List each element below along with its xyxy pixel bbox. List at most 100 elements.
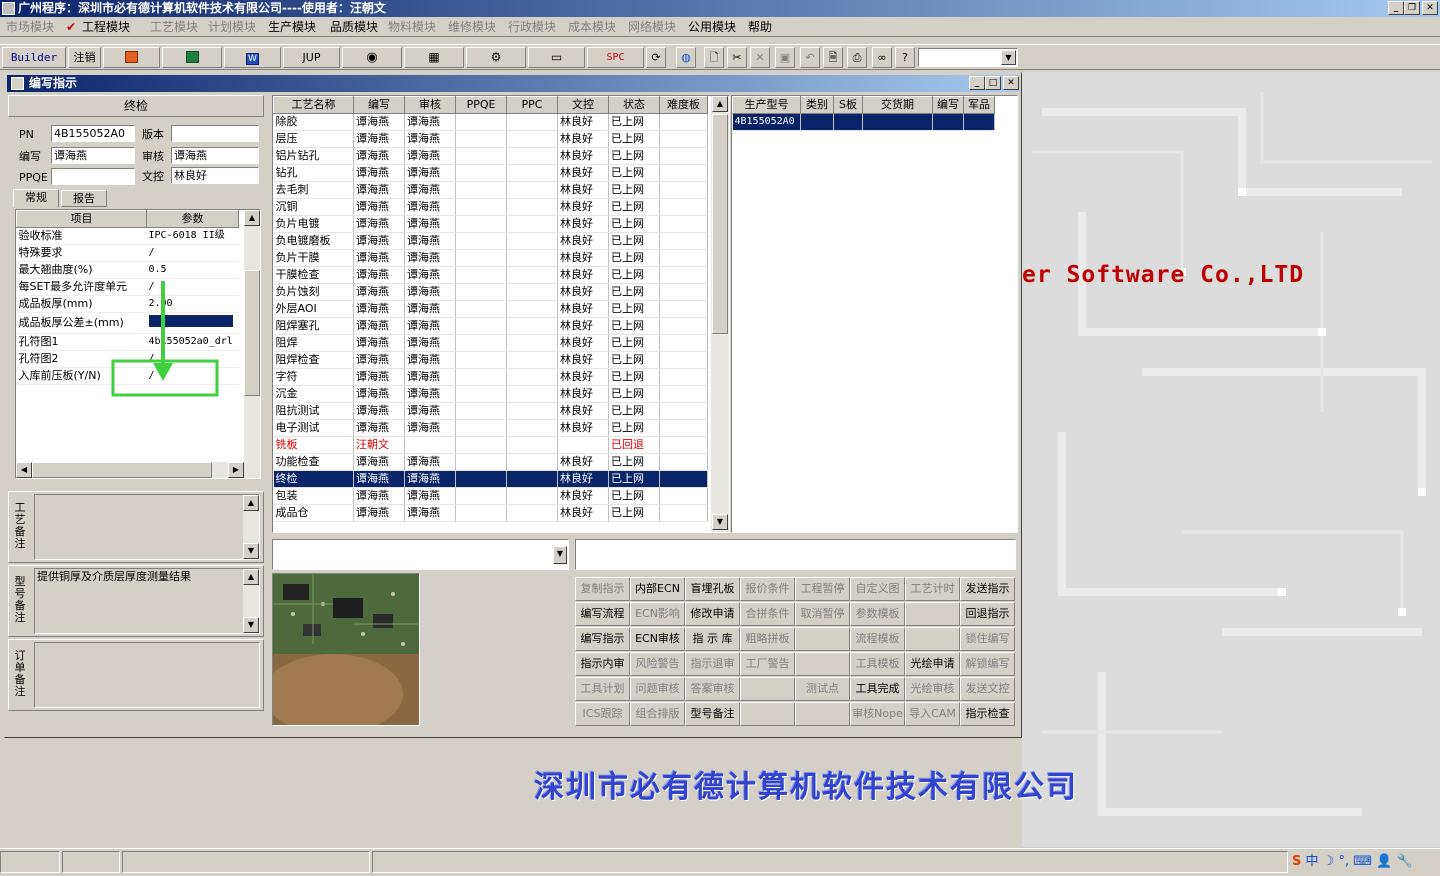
steps-header-1[interactable]: 编写 <box>353 96 405 114</box>
orders-header-0[interactable]: 生产型号 <box>732 96 801 114</box>
note-textarea-1[interactable]: 提供铜厚及介质层厚度测量结果 ▲ ▼ <box>34 568 260 634</box>
version-field[interactable] <box>171 125 259 142</box>
action-button-3-6[interactable]: 光绘申请 <box>905 652 960 676</box>
steps-header-6[interactable]: 状态 <box>608 96 660 114</box>
action-button-0-7[interactable]: 发送指示 <box>960 577 1015 601</box>
action-button-1-6[interactable] <box>905 602 960 626</box>
jup-button[interactable]: JUP <box>283 47 340 68</box>
steps-header-4[interactable]: PPC <box>506 96 558 114</box>
action-button-3-0[interactable]: 指示内审 <box>575 652 630 676</box>
action-button-0-4[interactable]: 工程暂停 <box>795 577 850 601</box>
action-button-5-0[interactable]: ICS跟踪 <box>575 702 630 726</box>
window-restore-button[interactable]: □ <box>985 76 1001 90</box>
steps-header-2[interactable]: 审核 <box>404 96 456 114</box>
action-button-2-7[interactable]: 锁住编写 <box>960 627 1015 651</box>
params-hscrollbar[interactable]: ◀ ▶ <box>16 462 260 478</box>
doc-control-field[interactable]: 林良好 <box>171 167 259 184</box>
powerpoint-button[interactable] <box>103 47 160 68</box>
steps-vscrollbar[interactable]: ▲ ▼ <box>711 96 729 532</box>
action-button-5-6[interactable]: 导入CAM <box>905 702 960 726</box>
step-row[interactable]: 外层AOI 谭海燕 谭海燕 林良好 已上网 <box>273 300 708 318</box>
step-row[interactable]: 沉金 谭海燕 谭海燕 林良好 已上网 <box>273 385 708 403</box>
action-button-0-0[interactable]: 复制指示 <box>575 577 630 601</box>
params-hscroll-thumb[interactable] <box>32 462 212 478</box>
scroll-down-icon[interactable]: ▼ <box>243 543 259 559</box>
action-button-4-1[interactable]: 问题审核 <box>630 677 685 701</box>
orders-header-3[interactable]: 交货期 <box>862 96 933 114</box>
params-header-item[interactable]: 项目 <box>16 210 147 228</box>
undo-button[interactable]: ↶ <box>800 47 820 68</box>
orders-header-4[interactable]: 编写 <box>932 96 964 114</box>
steps-header-0[interactable]: 工艺名称 <box>273 96 354 114</box>
step-row[interactable]: 去毛刺 谭海燕 谭海燕 林良好 已上网 <box>273 181 708 199</box>
refresh-button[interactable]: ⟳ <box>646 47 666 68</box>
action-button-3-3[interactable]: 工厂警告 <box>740 652 795 676</box>
toolbar-combo[interactable]: ▼ <box>918 48 1018 67</box>
menu-item-6[interactable]: 物料模块 <box>388 19 436 35</box>
menu-item-2[interactable]: 工艺模块 <box>150 19 198 35</box>
step-row[interactable]: 铣板 汪朝文 已回退 <box>273 436 708 454</box>
chinese-mode-icon[interactable]: 中 <box>1306 854 1319 869</box>
steps-header-5[interactable]: 文控 <box>557 96 609 114</box>
action-button-2-1[interactable]: ECN审核 <box>630 627 685 651</box>
chevron-down-icon[interactable]: ▼ <box>1001 50 1016 65</box>
action-button-1-5[interactable]: 参数模板 <box>850 602 905 626</box>
menu-item-8[interactable]: 行政模块 <box>508 19 556 35</box>
database-button[interactable]: ▦ <box>404 47 464 68</box>
action-button-0-5[interactable]: 自定义图 <box>850 577 905 601</box>
action-button-3-2[interactable]: 指示退审 <box>685 652 740 676</box>
step-row[interactable]: 钻孔 谭海燕 谭海燕 林良好 已上网 <box>273 164 708 182</box>
tab-general[interactable]: 常规 <box>13 189 59 207</box>
menu-item-4[interactable]: 生产模块 <box>268 19 316 35</box>
view-button[interactable]: ◉ <box>342 47 402 68</box>
menu-item-5[interactable]: 品质模块 <box>330 19 378 35</box>
order-row[interactable]: 4B155052A0 <box>732 113 995 131</box>
step-row[interactable]: 阻焊 谭海燕 谭海燕 林良好 已上网 <box>273 334 708 352</box>
writer-field[interactable]: 谭海燕 <box>51 147 135 164</box>
steps-header-7[interactable]: 难度板 <box>659 96 708 114</box>
keyboard-icon[interactable]: ⌨ <box>1353 854 1372 869</box>
step-row[interactable]: 阻焊塞孔 谭海燕 谭海燕 林良好 已上网 <box>273 317 708 335</box>
action-button-2-0[interactable]: 编写指示 <box>575 627 630 651</box>
step-row[interactable]: 负片干膜 谭海燕 谭海燕 林良好 已上网 <box>273 249 708 267</box>
spc-button[interactable]: SPC <box>587 47 644 68</box>
step-row[interactable]: 铝片钻孔 谭海燕 谭海燕 林良好 已上网 <box>273 147 708 165</box>
note-textarea-2[interactable] <box>34 642 260 708</box>
action-button-4-2[interactable]: 答案审核 <box>685 677 740 701</box>
menu-item-7[interactable]: 维修模块 <box>448 19 496 35</box>
action-button-5-7[interactable]: 指示检查 <box>960 702 1015 726</box>
ime-toolbar[interactable]: S 中 ☽ °, ⌨ 👤 🔧 <box>1292 852 1438 872</box>
tab-report[interactable]: 报告 <box>61 190 107 207</box>
minimize-button[interactable]: _ <box>1388 1 1404 15</box>
wrench-icon[interactable]: 🔧 <box>1396 854 1412 869</box>
orders-header-5[interactable]: 军品 <box>963 96 995 114</box>
action-button-3-5[interactable]: 工具模板 <box>850 652 905 676</box>
action-button-3-7[interactable]: 解锁编写 <box>960 652 1015 676</box>
step-row[interactable]: 层压 谭海燕 谭海燕 林良好 已上网 <box>273 130 708 148</box>
step-row[interactable]: 字符 谭海燕 谭海燕 林良好 已上网 <box>273 368 708 386</box>
step-row[interactable]: 阻抗测试 谭海燕 谭海燕 林良好 已上网 <box>273 402 708 420</box>
scroll-up-icon[interactable]: ▲ <box>244 210 260 226</box>
steps-header-3[interactable]: PPQE <box>455 96 507 114</box>
save-button[interactable]: ▣ <box>775 47 795 68</box>
step-row[interactable]: 沉铜 谭海燕 谭海燕 林良好 已上网 <box>273 198 708 216</box>
action-button-5-1[interactable]: 组合排版 <box>630 702 685 726</box>
user-icon[interactable]: 👤 <box>1376 854 1392 869</box>
moon-icon[interactable]: ☽ <box>1323 854 1335 869</box>
scroll-left-icon[interactable]: ◀ <box>16 462 32 478</box>
action-button-4-7[interactable]: 发送文控 <box>960 677 1015 701</box>
step-row[interactable]: 负电镀磨板 谭海燕 谭海燕 林良好 已上网 <box>273 232 708 250</box>
close-button[interactable]: ✕ <box>1422 1 1438 15</box>
action-button-2-2[interactable]: 指 示 库 <box>685 627 740 651</box>
delete-button[interactable]: ✕ <box>750 47 770 68</box>
preview-button[interactable]: 🗎 <box>823 47 843 68</box>
menu-item-3[interactable]: 计划模块 <box>208 19 256 35</box>
steps-vscroll-thumb[interactable] <box>712 114 728 334</box>
builder-button[interactable]: Builder <box>2 47 66 68</box>
sogou-icon[interactable]: S <box>1292 854 1301 869</box>
note-scrollbar-1[interactable]: ▲ ▼ <box>243 569 259 633</box>
menu-item-1[interactable]: 工程模块 ✔ <box>66 19 130 35</box>
step-combo[interactable]: ▼ <box>272 539 569 570</box>
action-button-1-4[interactable]: 取消暂停 <box>795 602 850 626</box>
scroll-up-icon[interactable]: ▲ <box>243 569 259 585</box>
